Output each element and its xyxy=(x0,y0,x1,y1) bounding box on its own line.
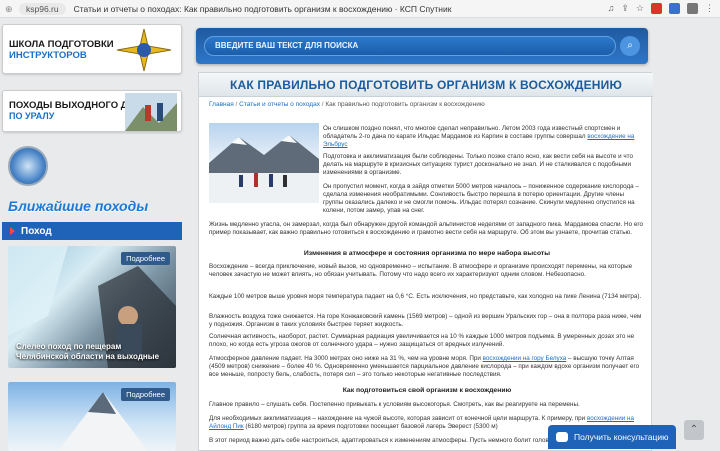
scroll-to-top-button[interactable]: ⌃ xyxy=(684,420,704,440)
paragraph: Подготовка и акклиматизация были соблюде… xyxy=(323,153,633,176)
page-tab-title: Статьи и отчеты о походах: Как правильно… xyxy=(73,3,452,14)
banner-subtitle: ПО УРАЛУ xyxy=(9,111,55,121)
search-icon[interactable]: ⌕ xyxy=(620,36,640,56)
article-container: КАК ПРАВИЛЬНО ПОДГОТОВИТЬ ОРГАНИЗМ К ВОС… xyxy=(198,72,653,451)
details-button[interactable]: Подробнее xyxy=(121,252,170,265)
paragraph: Каждые 100 метров выше уровня моря темпе… xyxy=(209,293,642,300)
article-title: КАК ПРАВИЛЬНО ПОДГОТОВИТЬ ОРГАНИЗМ К ВОС… xyxy=(229,78,623,92)
section-label: Поход xyxy=(21,225,52,237)
breadcrumb-home[interactable]: Главная xyxy=(209,101,234,108)
instructors-school-banner[interactable]: ШКОЛА ПОДГОТОВКИ ИНСТРУКТОРОВ xyxy=(2,24,182,74)
section-heading: Как подготовиться свой организм к восхож… xyxy=(342,387,512,394)
article-photo xyxy=(209,123,319,203)
paragraph: Главное правило – слушать себя. Постепен… xyxy=(209,401,580,408)
extension-icon[interactable] xyxy=(669,3,680,14)
compass-icon xyxy=(8,146,48,186)
share-icon[interactable]: ⇪ xyxy=(621,3,629,14)
weekend-trips-banner[interactable]: ПОХОДЫ ВЫХОДНОГО ДНЯ ПО УРАЛУ xyxy=(2,90,182,132)
headphones-icon[interactable]: ♫ xyxy=(608,3,615,14)
belukha-link[interactable]: восхождении на гору Белуха xyxy=(483,355,567,362)
trip-card-caption[interactable]: Слелео поход по пещерам Челябинской обла… xyxy=(16,342,166,362)
paragraph: Он пропустил момент, когда в зайдя отмет… xyxy=(323,183,639,214)
section-heading: Изменения в атмосфере и состояния органи… xyxy=(303,250,551,257)
browser-toolbar: ⊕ ksp96.ru Статьи и отчеты о походах: Ка… xyxy=(0,0,720,18)
left-sidebar: ШКОЛА ПОДГОТОВКИ ИНСТРУКТОРОВ ПОХОДЫ ВЫХ… xyxy=(0,18,192,451)
trip-section-header[interactable]: Поход xyxy=(2,222,182,240)
consultation-button[interactable]: Получить консультацию xyxy=(548,425,676,449)
breadcrumb: Главная / Статьи и отчеты о походах / Ка… xyxy=(209,101,485,108)
extension-icon[interactable] xyxy=(651,3,662,14)
details-button[interactable]: Подробнее xyxy=(121,388,170,401)
chat-bubble-icon xyxy=(556,432,568,442)
paragraph: Он слишком поздно понял, что многое сдел… xyxy=(323,125,635,148)
site-info-icon[interactable]: ⊕ xyxy=(5,4,15,14)
paragraph: Влажность воздуха тоже снижается. На гор… xyxy=(209,313,642,328)
bookmark-star-icon[interactable]: ☆ xyxy=(636,3,644,14)
paragraph: Жизнь медленно угасла, он замерзал, когд… xyxy=(209,221,643,236)
arrow-icon xyxy=(10,227,15,235)
menu-icon[interactable]: ⋮ xyxy=(705,3,714,14)
consultation-label: Получить консультацию xyxy=(574,432,669,442)
paragraph: Солнечная активность, наоборот, растет. … xyxy=(209,333,635,348)
right-margin xyxy=(660,18,720,451)
trip-card[interactable]: Подробнее xyxy=(8,382,176,451)
banner-title: ПОХОДЫ ВЫХОДНОГО ДНЯ xyxy=(9,100,142,111)
nearby-trips-heading: Ближайшие походы xyxy=(8,198,149,214)
hikers-image xyxy=(125,93,177,131)
banner-title: ШКОЛА ПОДГОТОВКИ xyxy=(9,39,114,50)
breadcrumb-section[interactable]: Статьи и отчеты о походах xyxy=(239,101,320,108)
paragraph: Атмосферное давление падает. На 3000 мет… xyxy=(209,355,640,378)
address-bar[interactable]: ksp96.ru xyxy=(19,2,66,15)
compass-rose-icon xyxy=(116,28,172,72)
site-search: ВВЕДИТЕ ВАШ ТЕКСТ ДЛЯ ПОИСКА ⌕ xyxy=(196,28,648,64)
extension-icon[interactable] xyxy=(687,3,698,14)
trip-card[interactable]: Подробнее Слелео поход по пещерам Челяби… xyxy=(8,246,176,368)
breadcrumb-current: Как правильно подготовить организм к вос… xyxy=(325,101,485,108)
search-input[interactable]: ВВЕДИТЕ ВАШ ТЕКСТ ДЛЯ ПОИСКА xyxy=(204,36,616,56)
banner-subtitle: ИНСТРУКТОРОВ xyxy=(9,50,87,61)
paragraph: Восхождение – всегда приключение, новый … xyxy=(209,263,633,278)
article-header: КАК ПРАВИЛЬНО ПОДГОТОВИТЬ ОРГАНИЗМ К ВОС… xyxy=(199,73,653,97)
